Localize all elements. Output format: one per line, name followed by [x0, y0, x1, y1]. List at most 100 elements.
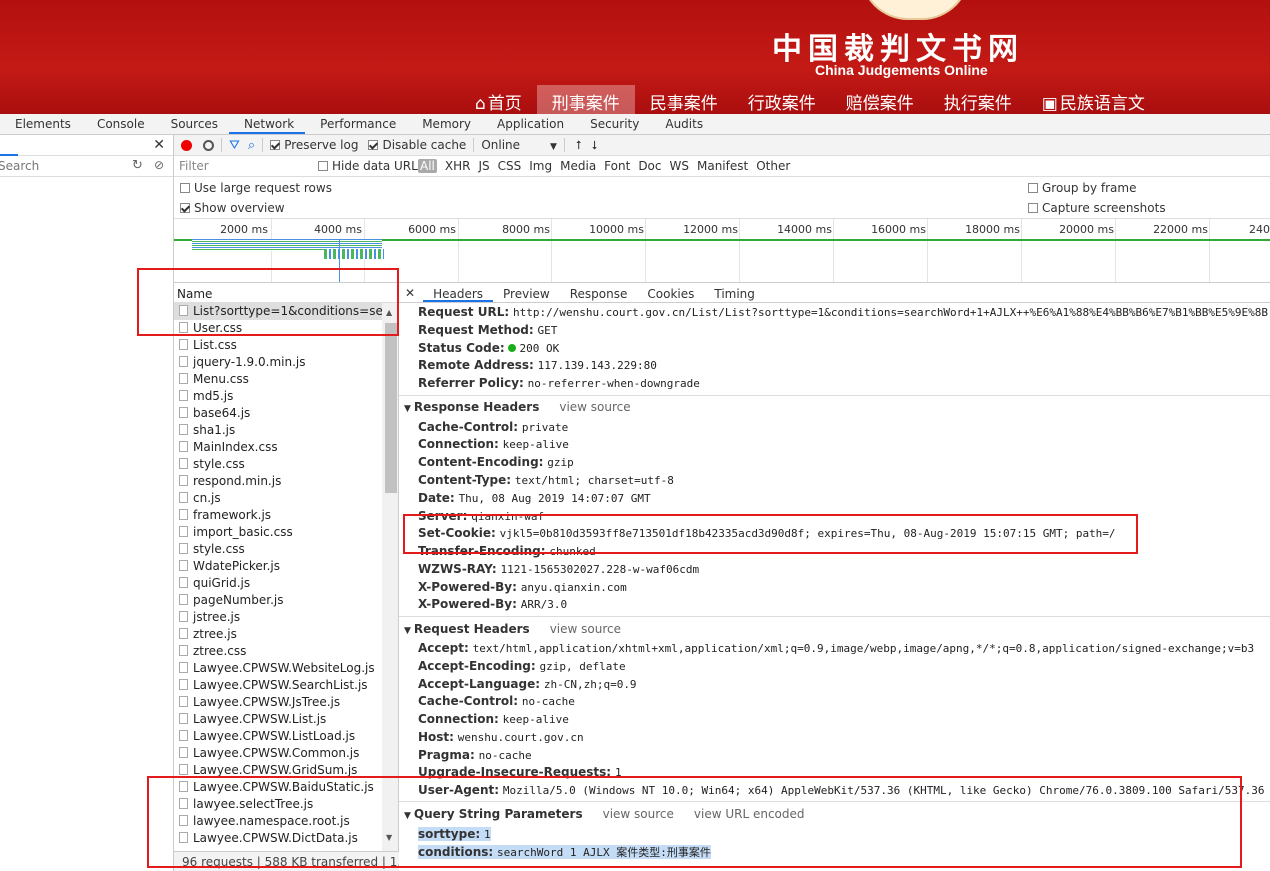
- request-row[interactable]: ztree.js: [174, 626, 382, 643]
- nav-civil[interactable]: 民事案件: [635, 85, 733, 114]
- search-input[interactable]: Search: [0, 159, 39, 173]
- tab-elements[interactable]: Elements: [0, 114, 82, 134]
- tab-audits[interactable]: Audits: [650, 114, 714, 134]
- request-row[interactable]: sha1.js: [174, 422, 382, 439]
- refresh-icon[interactable]: ↻: [132, 158, 143, 173]
- tab-headers[interactable]: Headers: [423, 283, 494, 302]
- tab-performance[interactable]: Performance: [305, 114, 407, 134]
- request-row[interactable]: pageNumber.js: [174, 592, 382, 609]
- tab-network[interactable]: Network: [229, 114, 306, 134]
- group-by-frame-checkbox[interactable]: Group by frame: [1028, 181, 1136, 195]
- tab-sources[interactable]: Sources: [156, 114, 229, 134]
- scroll-down-icon[interactable]: ▼: [386, 833, 392, 842]
- nav-home[interactable]: ⌂ 首页: [460, 85, 537, 114]
- filter-ws[interactable]: WS: [670, 159, 689, 173]
- request-header: Accept-Language: zh-CN,zh;q=0.9: [418, 677, 637, 691]
- view-source-link[interactable]: view source: [603, 807, 674, 821]
- nav-administrative[interactable]: 行政案件: [733, 85, 831, 114]
- request-row[interactable]: Lawyee.CPWSW.DictData.js: [174, 830, 382, 847]
- tab-application[interactable]: Application: [482, 114, 575, 134]
- filter-js[interactable]: JS: [478, 159, 489, 173]
- filter-img[interactable]: Img: [529, 159, 552, 173]
- file-icon: [179, 390, 188, 401]
- request-row[interactable]: Lawyee.CPWSW.JsTree.js: [174, 694, 382, 711]
- request-row[interactable]: List.css: [174, 337, 382, 354]
- search-icon[interactable]: ⌕: [248, 138, 255, 153]
- request-row[interactable]: lawyee.namespace.root.js: [174, 813, 382, 830]
- request-row[interactable]: jstree.js: [174, 609, 382, 626]
- filter-css[interactable]: CSS: [498, 159, 522, 173]
- filter-font[interactable]: Font: [604, 159, 630, 173]
- tab-timing[interactable]: Timing: [704, 283, 765, 302]
- view-url-encoded-link[interactable]: view URL encoded: [694, 807, 805, 821]
- file-icon: [179, 662, 188, 673]
- request-row[interactable]: Lawyee.CPWSW.GridSum.js: [174, 762, 382, 779]
- request-row[interactable]: MainIndex.css: [174, 439, 382, 456]
- view-source-link[interactable]: view source: [559, 400, 630, 414]
- filter-input[interactable]: Filter: [179, 159, 209, 173]
- request-row[interactable]: Menu.css: [174, 371, 382, 388]
- request-row[interactable]: style.css: [174, 456, 382, 473]
- import-har-icon[interactable]: ⭡: [576, 138, 582, 153]
- request-headers-title[interactable]: ▼ Request Headers view source: [404, 622, 621, 636]
- clear-icon[interactable]: ⊘: [154, 158, 164, 172]
- tab-response[interactable]: Response: [560, 283, 638, 302]
- nav-ethnic-language[interactable]: ▣ 民族语言文: [1027, 85, 1160, 114]
- disable-cache-checkbox[interactable]: Disable cache: [368, 138, 466, 152]
- timeline-overview[interactable]: 2000 ms 4000 ms 6000 ms 8000 ms 10000 ms…: [174, 219, 1270, 283]
- request-row[interactable]: respond.min.js: [174, 473, 382, 490]
- scroll-up-icon[interactable]: ▲: [386, 308, 392, 317]
- grid-line: [551, 219, 552, 282]
- name-column-header[interactable]: Name: [174, 283, 398, 303]
- request-row[interactable]: List?sorttype=1&conditions=search: [174, 303, 382, 320]
- nav-criminal[interactable]: 刑事案件: [536, 85, 635, 114]
- scrollbar-thumb[interactable]: [385, 323, 397, 493]
- close-icon[interactable]: ✕: [153, 137, 165, 153]
- export-har-icon[interactable]: ⭣: [592, 138, 598, 153]
- tab-security[interactable]: Security: [575, 114, 650, 134]
- filter-doc[interactable]: Doc: [638, 159, 661, 173]
- record-icon[interactable]: [181, 139, 192, 151]
- query-params-title[interactable]: ▼ Query String Parameters view source view …: [404, 807, 805, 821]
- close-details-icon[interactable]: ✕: [399, 283, 423, 302]
- request-row[interactable]: jquery-1.9.0.min.js: [174, 354, 382, 371]
- view-source-link[interactable]: view source: [550, 622, 621, 636]
- clear-log-icon[interactable]: [203, 139, 214, 151]
- nav-enforcement[interactable]: 执行案件: [929, 85, 1027, 114]
- request-row[interactable]: import_basic.css: [174, 524, 382, 541]
- request-row[interactable]: cn.js: [174, 490, 382, 507]
- preserve-log-checkbox[interactable]: Preserve log: [270, 138, 358, 152]
- filter-icon[interactable]: ⛛: [229, 138, 240, 153]
- request-row[interactable]: quiGrid.js: [174, 575, 382, 592]
- tab-preview[interactable]: Preview: [493, 283, 560, 302]
- request-row[interactable]: base64.js: [174, 405, 382, 422]
- hide-data-urls-checkbox[interactable]: Hide data URLs: [318, 159, 424, 173]
- request-row[interactable]: Lawyee.CPWSW.ListLoad.js: [174, 728, 382, 745]
- tab-cookies[interactable]: Cookies: [637, 283, 704, 302]
- filter-all[interactable]: All: [418, 159, 437, 173]
- nav-compensation[interactable]: 赔偿案件: [831, 85, 929, 114]
- request-row[interactable]: Lawyee.CPWSW.SearchList.js: [174, 677, 382, 694]
- tab-memory[interactable]: Memory: [407, 114, 482, 134]
- request-row[interactable]: lawyee.selectTree.js: [174, 796, 382, 813]
- request-row[interactable]: Lawyee.CPWSW.WebsiteLog.js: [174, 660, 382, 677]
- large-rows-checkbox[interactable]: Use large request rows: [180, 181, 332, 195]
- request-row[interactable]: Lawyee.CPWSW.Common.js: [174, 745, 382, 762]
- throttle-select[interactable]: Online ▼: [481, 138, 557, 152]
- response-headers-title[interactable]: ▼ Response Headers view source: [404, 400, 631, 414]
- request-row[interactable]: Lawyee.CPWSW.List.js: [174, 711, 382, 728]
- show-overview-checkbox[interactable]: Show overview: [180, 201, 285, 215]
- request-row[interactable]: md5.js: [174, 388, 382, 405]
- request-row[interactable]: User.css: [174, 320, 382, 337]
- filter-other[interactable]: Other: [756, 159, 790, 173]
- filter-media[interactable]: Media: [560, 159, 596, 173]
- request-row[interactable]: style.css: [174, 541, 382, 558]
- filter-xhr[interactable]: XHR: [445, 159, 471, 173]
- tab-console[interactable]: Console: [82, 114, 156, 134]
- capture-screenshots-checkbox[interactable]: Capture screenshots: [1028, 201, 1166, 215]
- request-row[interactable]: framework.js: [174, 507, 382, 524]
- request-row[interactable]: ztree.css: [174, 643, 382, 660]
- filter-manifest[interactable]: Manifest: [697, 159, 748, 173]
- request-row[interactable]: Lawyee.CPWSW.BaiduStatic.js: [174, 779, 382, 796]
- request-row[interactable]: WdatePicker.js: [174, 558, 382, 575]
